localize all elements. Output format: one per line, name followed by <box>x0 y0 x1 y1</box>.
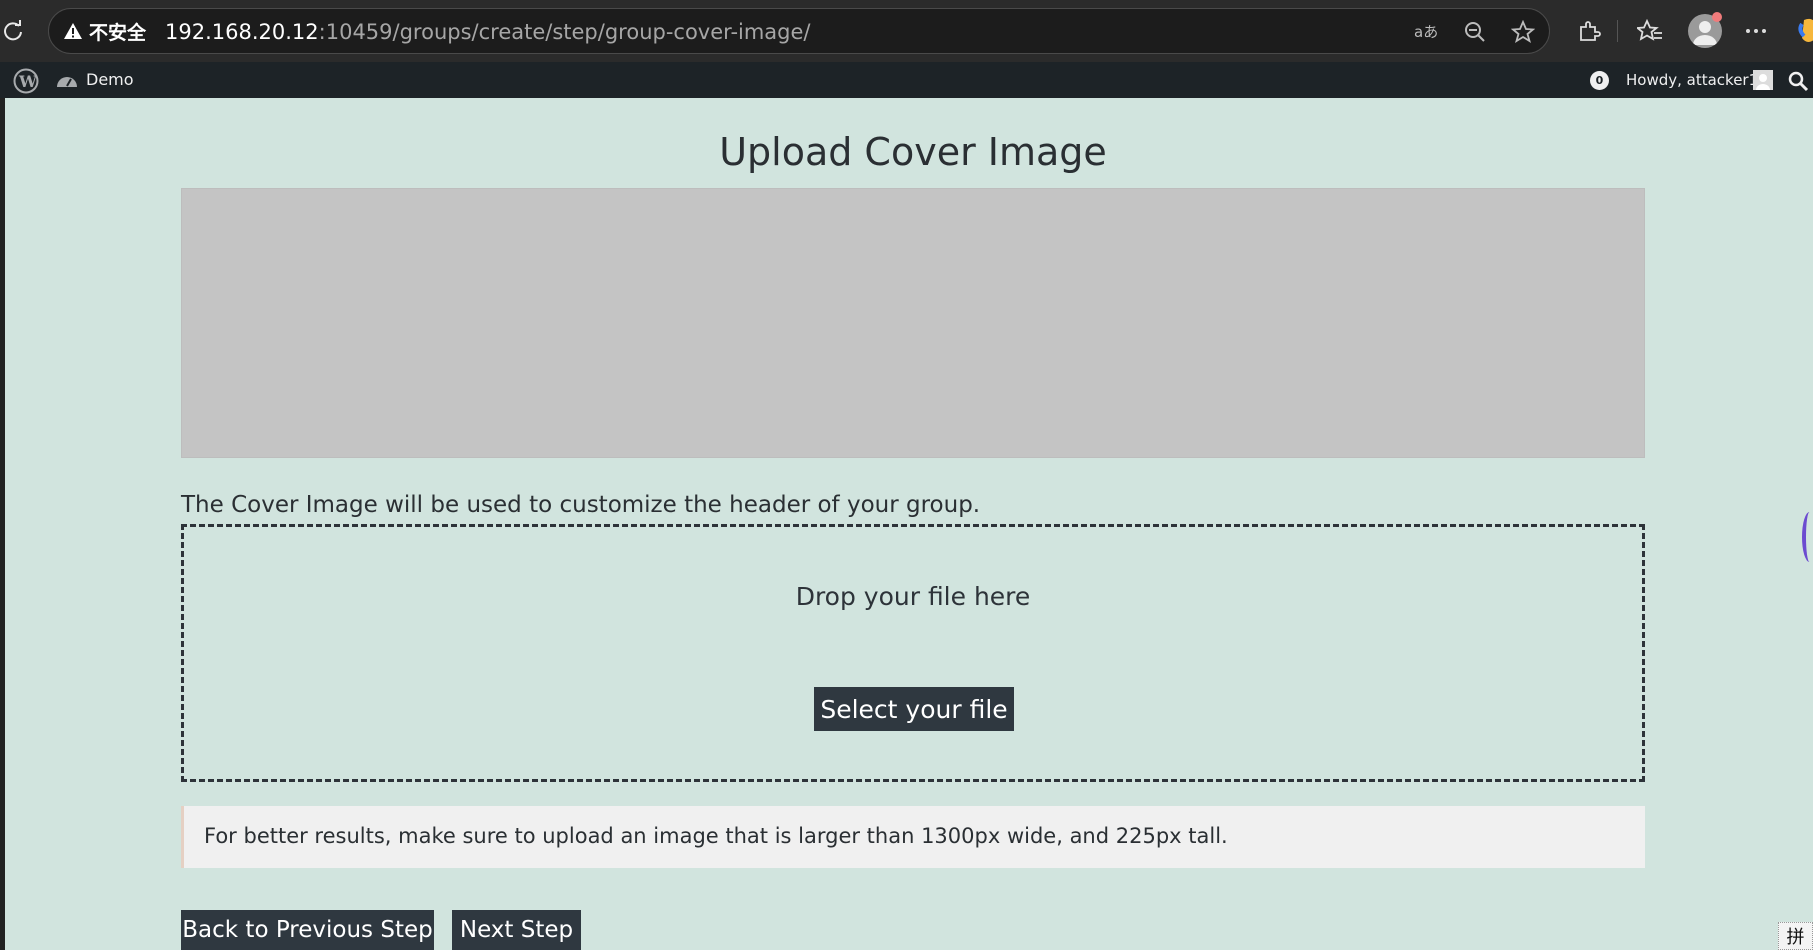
address-bar[interactable]: 不安全 192.168.20.12:10459/groups/create/st… <box>48 8 1550 54</box>
svg-text:aあ: aあ <box>1414 23 1438 41</box>
page-title: Upload Cover Image <box>719 130 1107 175</box>
search-icon[interactable] <box>1787 70 1809 92</box>
select-file-button[interactable]: Select your file <box>814 687 1014 731</box>
ime-indicator[interactable]: 拼 <box>1778 922 1813 950</box>
favorite-star-icon[interactable] <box>1509 18 1537 46</box>
extensions-icon[interactable] <box>1573 15 1605 47</box>
warning-icon <box>64 23 82 39</box>
security-warning[interactable]: 不安全 <box>63 20 147 44</box>
toolbar-divider <box>1617 20 1618 42</box>
drop-zone-label: Drop your file here <box>795 582 1031 611</box>
url-path: :10459/groups/create/step/group-cover-im… <box>318 20 811 44</box>
dashboard-icon[interactable] <box>56 71 78 91</box>
image-size-notice: For better results, make sure to upload … <box>181 806 1645 868</box>
file-drop-zone[interactable]: Drop your file here Select your file <box>181 524 1645 782</box>
notification-count-badge[interactable]: 0 <box>1590 71 1609 90</box>
wp-admin-bar: W Demo 0 Howdy, attacker1 <box>0 62 1813 98</box>
cover-image-description: The Cover Image will be used to customiz… <box>181 492 981 518</box>
side-floating-tab[interactable] <box>1802 512 1813 562</box>
zoom-out-icon[interactable] <box>1461 18 1489 46</box>
site-name-link[interactable]: Demo <box>86 71 134 89</box>
howdy-user-menu[interactable]: Howdy, attacker1 <box>1626 71 1758 89</box>
page-left-edge <box>0 98 5 950</box>
notice-text: For better results, make sure to upload … <box>204 824 1228 848</box>
back-to-previous-step-button[interactable]: Back to Previous Step <box>181 910 434 950</box>
browser-toolbar: 不安全 192.168.20.12:10459/groups/create/st… <box>0 0 1813 62</box>
profile-notification-dot <box>1712 12 1722 22</box>
cover-image-preview <box>181 188 1645 458</box>
svg-text:W: W <box>18 72 38 91</box>
security-label: 不安全 <box>89 21 147 44</box>
favorites-icon[interactable] <box>1634 15 1666 47</box>
wordpress-logo-icon[interactable]: W <box>13 68 39 94</box>
more-icon[interactable] <box>1740 15 1772 47</box>
next-step-button[interactable]: Next Step <box>452 910 581 950</box>
url-host: 192.168.20.12 <box>165 20 319 44</box>
reload-icon[interactable] <box>0 16 26 46</box>
url-text[interactable]: 192.168.20.12:10459/groups/create/step/g… <box>165 20 811 44</box>
user-avatar[interactable] <box>1753 70 1773 90</box>
copilot-icon[interactable] <box>1796 16 1813 46</box>
read-aloud-icon[interactable]: aあ <box>1413 18 1441 46</box>
